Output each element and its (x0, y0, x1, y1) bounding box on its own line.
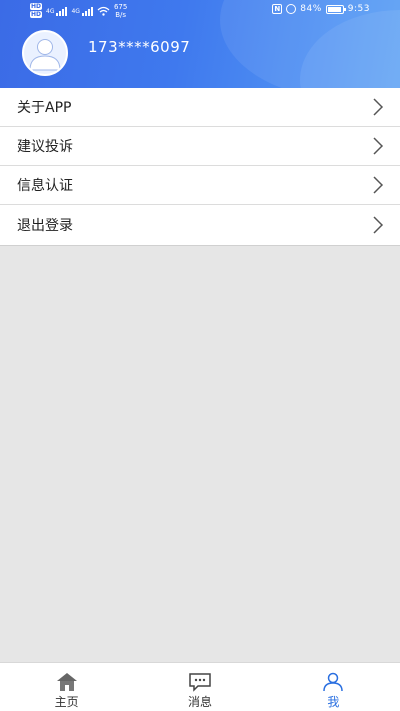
battery-icon (325, 4, 346, 14)
status-bar: HD HD 4G 4G 675 B/s N 84% 9:53 (0, 0, 400, 24)
menu-item-label: 建议投诉 (17, 139, 73, 155)
tab-messages[interactable]: 消息 (133, 663, 266, 711)
menu-item-label: 信息认证 (17, 178, 73, 194)
menu-item-logout[interactable]: 退出登录 (0, 205, 400, 246)
menu-item-label: 退出登录 (17, 218, 73, 234)
wifi-icon (97, 6, 110, 16)
home-icon (56, 673, 77, 691)
menu-item-verification[interactable]: 信息认证 (0, 166, 400, 205)
profile-header: HD HD 4G 4G 675 B/s N 84% 9:53 173****60… (0, 0, 400, 88)
user-icon (323, 672, 344, 692)
tab-label: 主页 (54, 695, 79, 709)
menu-item-label: 关于APP (17, 100, 72, 116)
chevron-right-icon (373, 98, 384, 116)
signal-icon (81, 6, 93, 16)
tab-label: 我 (327, 695, 340, 709)
signal-4g-label: 4G (46, 7, 55, 15)
settings-menu: 关于APP 建议投诉 信息认证 退出登录 (0, 88, 400, 246)
network-speed: 675 B/s (113, 3, 128, 19)
menu-item-feedback[interactable]: 建议投诉 (0, 127, 400, 166)
tab-me[interactable]: 我 (267, 663, 400, 711)
avatar[interactable] (22, 30, 68, 76)
signal-icon (56, 6, 68, 16)
menu-item-about-app[interactable]: 关于APP (0, 88, 400, 127)
chevron-right-icon (373, 216, 384, 234)
bottom-tab-bar: 主页 消息 我 (0, 662, 400, 711)
battery-percent: 84% (300, 4, 322, 14)
hd-badge: HD HD (30, 3, 43, 18)
user-icon (29, 39, 61, 71)
clock: 9:53 (347, 4, 370, 14)
tab-label: 消息 (187, 695, 212, 709)
tab-home[interactable]: 主页 (0, 663, 133, 711)
alarm-icon (286, 4, 297, 14)
signal-4g-label-2: 4G (71, 7, 80, 15)
chevron-right-icon (373, 137, 384, 155)
message-icon (189, 673, 211, 692)
chevron-right-icon (373, 176, 384, 194)
nfc-icon: N (272, 4, 283, 14)
user-phone: 173****6097 (88, 38, 191, 56)
